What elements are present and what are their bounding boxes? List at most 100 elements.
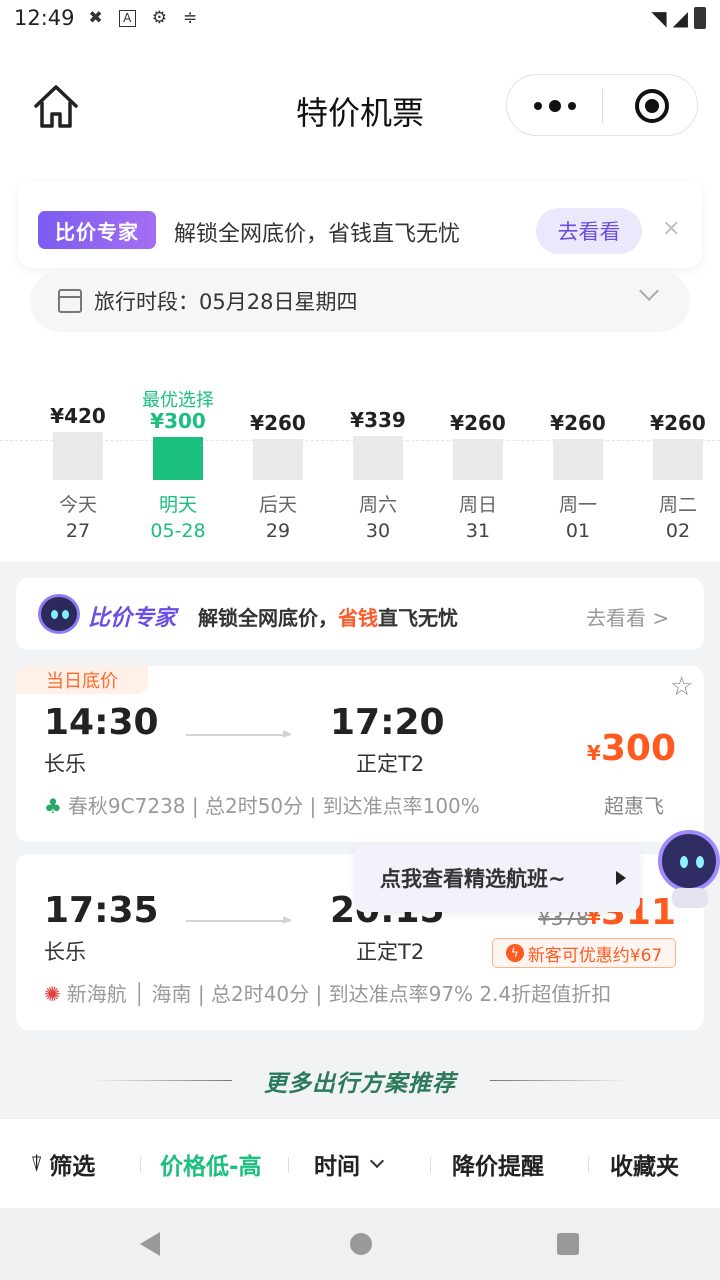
day-date: 29 bbox=[265, 520, 291, 542]
day-label: 今天 bbox=[58, 494, 97, 516]
airline-icon: ♣ bbox=[44, 794, 62, 818]
battery-icon bbox=[694, 7, 706, 29]
date-selector[interactable]: 旅行时段：05月28日星期四 bbox=[30, 270, 690, 332]
day-price: ¥260 bbox=[250, 411, 306, 435]
day-label: 后天 bbox=[258, 494, 297, 516]
lowest-price-tag: 当日底价 bbox=[16, 666, 148, 694]
back-icon[interactable] bbox=[140, 1232, 160, 1256]
day-price-bar bbox=[253, 439, 303, 480]
arrival-city: 正定T2 bbox=[356, 752, 425, 776]
tools-icon: ✖ bbox=[88, 8, 103, 28]
day-label: 周一 bbox=[558, 494, 597, 516]
flight-meta: ♣ 春秋9C7238 | 总2时50分 | 到达准点率100% bbox=[44, 794, 480, 818]
date-selector-text: 旅行时段：05月28日星期四 bbox=[94, 290, 358, 314]
toolbar-divider bbox=[430, 1157, 431, 1173]
bottom-toolbar: ⍒ 筛选 价格低-高 时间 降价提醒 收藏夹 bbox=[0, 1118, 720, 1208]
wifi-icon: ◥ bbox=[651, 6, 667, 30]
day-price-bar bbox=[653, 439, 703, 480]
a-icon: A bbox=[118, 9, 136, 27]
day-price: ¥420 bbox=[50, 404, 106, 428]
day-label: 明天 bbox=[158, 494, 197, 516]
promo-text: 解锁全网底价，省钱直飞无忧 bbox=[174, 222, 461, 247]
price-alert-button[interactable]: 降价提醒 bbox=[452, 1147, 544, 1181]
signal-icon: ◢ bbox=[672, 6, 688, 30]
arrow-icon bbox=[186, 916, 292, 924]
filter-button[interactable]: ⍒ 筛选 bbox=[30, 1147, 95, 1181]
day-price: ¥339 bbox=[350, 408, 406, 432]
bolt-icon: ϟ bbox=[505, 944, 524, 962]
day-price-bar bbox=[453, 439, 503, 480]
chevron-down-icon bbox=[639, 281, 659, 301]
toolbar-divider bbox=[140, 1157, 141, 1173]
promo-badge: 比价专家 bbox=[38, 211, 156, 249]
data-icon: ≑ bbox=[183, 8, 198, 28]
recent-apps-icon[interactable] bbox=[557, 1233, 579, 1255]
airline-icon: ✺ bbox=[44, 982, 61, 1006]
capsule-divider bbox=[602, 89, 603, 123]
flight-meta: ✺ 新海航 │ 海南 | 总2时40分 | 到达准点率97% 2.4折超值折扣 bbox=[44, 982, 612, 1006]
day-date: 01 bbox=[565, 520, 591, 542]
divider-line bbox=[490, 1080, 630, 1081]
status-bar: 12:49 ✖ A ⚙ ≑ ◥ ◢ bbox=[0, 0, 720, 36]
more-plans-title: 更多出行方案推荐 bbox=[264, 1071, 456, 1097]
home-circle-icon[interactable] bbox=[350, 1233, 372, 1255]
play-arrow-icon bbox=[616, 871, 626, 885]
expert-card[interactable]: 比价专家 解锁全网底价，省钱直飞无忧 去看看 > bbox=[16, 578, 704, 650]
time-sort-button[interactable]: 时间 bbox=[314, 1147, 385, 1181]
day-price: ¥300 bbox=[150, 409, 206, 433]
star-icon[interactable]: ☆ bbox=[670, 672, 693, 702]
expert-brand: 比价专家 bbox=[88, 606, 177, 631]
calendar-icon bbox=[58, 289, 82, 313]
departure-city: 长乐 bbox=[44, 940, 86, 964]
filter-icon: ⍒ bbox=[30, 1151, 44, 1177]
arrow-icon bbox=[186, 730, 292, 738]
expert-highlight: 省钱 bbox=[338, 606, 378, 630]
robot-assistant-icon[interactable] bbox=[656, 828, 720, 908]
close-icon[interactable]: × bbox=[662, 216, 680, 241]
arrival-time: 17:20 bbox=[330, 702, 445, 743]
more-dots-icon[interactable] bbox=[507, 75, 603, 137]
day-price-bar bbox=[353, 436, 403, 480]
toolbar-divider bbox=[588, 1157, 589, 1173]
day-label: 周二 bbox=[658, 494, 697, 516]
day-price-bar bbox=[53, 432, 103, 480]
day-price-bar bbox=[153, 437, 203, 480]
day-date: 02 bbox=[665, 520, 691, 542]
day-price: ¥260 bbox=[550, 411, 606, 435]
day-label: 周六 bbox=[358, 494, 397, 516]
flight-card[interactable]: 当日底价 ☆ 14:30 17:20 长乐 正定T2 ¥300 ♣ 春秋9C723… bbox=[16, 666, 704, 842]
gear-icon: ⚙ bbox=[151, 8, 168, 28]
day-label: 周日 bbox=[458, 494, 497, 516]
day-date: 30 bbox=[365, 520, 391, 542]
more-plans-section: 更多出行方案推荐 bbox=[0, 1062, 720, 1102]
day-date: 31 bbox=[465, 520, 491, 542]
target-icon[interactable] bbox=[635, 89, 669, 123]
departure-time: 17:35 bbox=[44, 890, 159, 931]
arrival-city: 正定T2 bbox=[356, 940, 425, 964]
expert-view-link[interactable]: 去看看 > bbox=[586, 602, 669, 631]
system-nav-bar bbox=[0, 1208, 720, 1280]
status-time: 12:49 bbox=[14, 6, 75, 30]
featured-flights-tooltip[interactable]: 点我查看精选航班~ bbox=[354, 844, 640, 912]
promo-banner[interactable]: 比价专家 解锁全网底价，省钱直飞无忧 去看看 × bbox=[18, 182, 702, 268]
departure-time: 14:30 bbox=[44, 702, 159, 743]
chevron-down-icon bbox=[369, 1153, 385, 1169]
expert-text: 解锁全网底价，省钱直飞无忧 bbox=[198, 606, 458, 630]
day-price: ¥260 bbox=[650, 411, 706, 435]
top-area: 比价专家 解锁全网底价，省钱直飞无忧 去看看 × 旅行时段：05月28日星期四 … bbox=[0, 176, 720, 562]
robot-icon bbox=[38, 594, 80, 634]
new-user-coupon: ϟ 新客可优惠约¥67 bbox=[492, 938, 676, 968]
toolbar-divider bbox=[288, 1157, 289, 1173]
day-price-bar bbox=[553, 439, 603, 480]
deal-note: 超惠飞 bbox=[604, 794, 664, 818]
day-price: ¥260 bbox=[450, 411, 506, 435]
day-date: 27 bbox=[65, 520, 91, 542]
day-date: 05-28 bbox=[150, 520, 206, 542]
mini-program-capsule bbox=[506, 74, 698, 136]
flight-price: ¥300 bbox=[586, 728, 676, 769]
header: 特价机票 bbox=[0, 36, 720, 176]
price-sort-button[interactable]: 价格低-高 bbox=[160, 1147, 262, 1181]
favorites-button[interactable]: 收藏夹 bbox=[610, 1147, 679, 1181]
departure-city: 长乐 bbox=[44, 752, 86, 776]
promo-view-button[interactable]: 去看看 bbox=[536, 208, 642, 254]
